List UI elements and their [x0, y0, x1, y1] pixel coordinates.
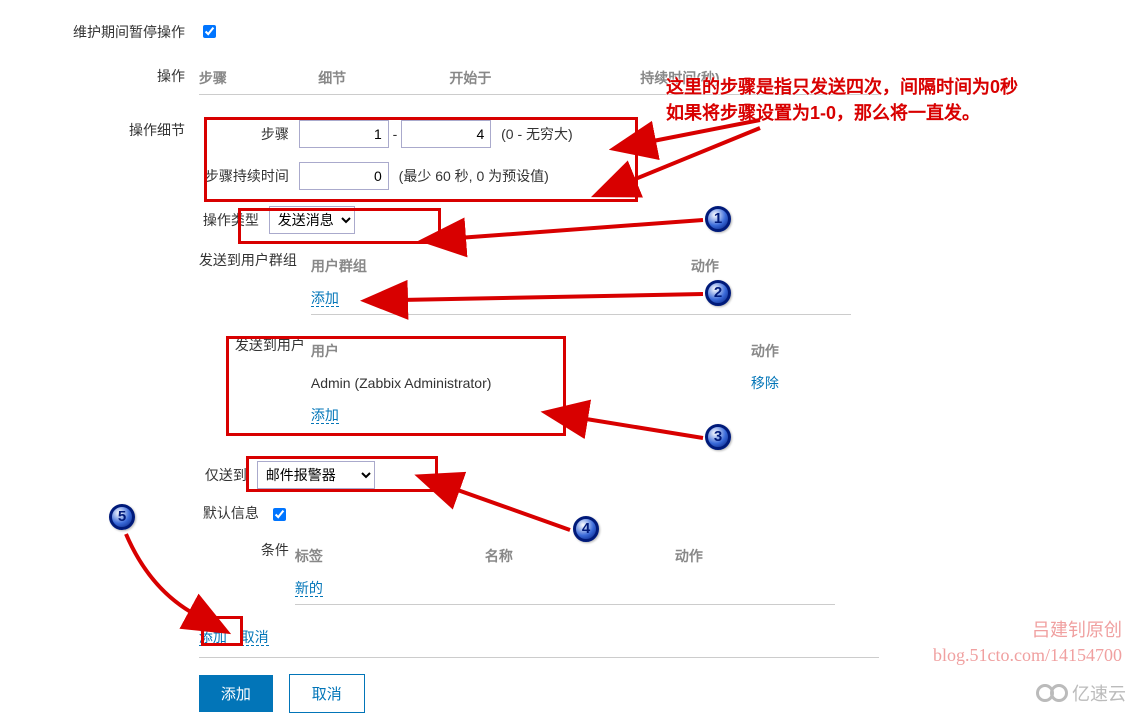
brand-logo-icon — [1050, 684, 1068, 702]
operation-details-label: 操作细节 — [0, 120, 195, 140]
watermark-brand: 亿速云 — [1036, 680, 1126, 706]
user-add-link[interactable]: 添加 — [311, 407, 339, 424]
operation-label: 操作 — [0, 62, 195, 86]
col-detail: 细节 — [318, 62, 449, 94]
steps-to-input[interactable] — [401, 120, 491, 148]
inner-cancel-link[interactable]: 取消 — [241, 629, 269, 646]
annotation-text: 这里的步骤是指只发送四次，间隔时间为0秒 如果将步骤设置为1-0，那么将一直发。 — [666, 74, 1018, 126]
cond-col-tag: 标签 — [295, 540, 485, 572]
steps-note: (0 - 无穷大) — [501, 126, 573, 142]
inner-add-link[interactable]: 添加 — [199, 629, 227, 646]
group-col-action: 动作 — [691, 250, 851, 282]
default-msg-label: 默认信息 — [199, 503, 259, 523]
cancel-button[interactable]: 取消 — [289, 674, 365, 713]
conditions-label: 条件 — [199, 540, 289, 560]
only-to-select[interactable]: 邮件报警器 — [257, 461, 375, 489]
bullet-5: 5 — [109, 504, 135, 530]
op-type-label: 操作类型 — [199, 210, 259, 230]
col-startat: 开始于 — [449, 62, 640, 94]
send-group-label: 发送到用户群组 — [199, 250, 311, 270]
steps-label: 步骤 — [199, 124, 289, 144]
cond-col-action: 动作 — [675, 540, 835, 572]
watermark-author: 吕建钊原创blog.51cto.com/14154700 — [933, 618, 1122, 668]
steps-from-input[interactable] — [299, 120, 389, 148]
bullet-1: 1 — [705, 206, 731, 232]
table-row: Admin (Zabbix Administrator) 移除 — [311, 367, 851, 399]
cond-new-link[interactable]: 新的 — [295, 580, 323, 597]
user-remove-link[interactable]: 移除 — [751, 375, 779, 391]
default-msg-checkbox[interactable] — [273, 508, 286, 521]
maintenance-pause-checkbox[interactable] — [203, 25, 216, 38]
user-value: Admin (Zabbix Administrator) — [311, 367, 751, 399]
send-user-label: 发送到用户 — [199, 335, 311, 355]
group-col-user: 用户群组 — [311, 250, 691, 282]
group-add-link[interactable]: 添加 — [311, 290, 339, 307]
bullet-4: 4 — [573, 516, 599, 542]
maintenance-pause-label: 维护期间暂停操作 — [0, 22, 195, 42]
col-step: 步骤 — [199, 62, 318, 94]
step-duration-label: 步骤持续时间 — [199, 166, 289, 186]
user-col-action: 动作 — [751, 335, 851, 367]
step-duration-input[interactable] — [299, 162, 389, 190]
add-button[interactable]: 添加 — [199, 675, 273, 712]
bullet-3: 3 — [705, 424, 731, 450]
bullet-2: 2 — [705, 280, 731, 306]
cond-col-name: 名称 — [485, 540, 675, 572]
user-col-user: 用户 — [311, 335, 751, 367]
op-type-select[interactable]: 发送消息 — [269, 206, 355, 234]
step-duration-note: (最少 60 秒, 0 为预设值) — [399, 168, 549, 184]
only-to-label: 仅送到 — [199, 465, 247, 485]
